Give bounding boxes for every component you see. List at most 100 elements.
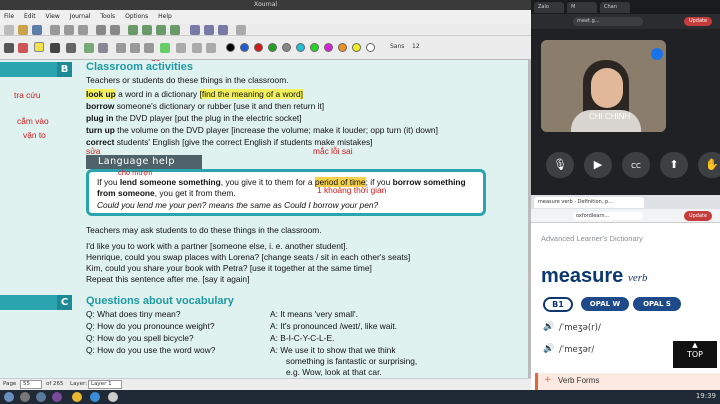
speaker-us-icon[interactable]: 🔊 [543, 344, 554, 354]
color-swatch[interactable] [366, 43, 375, 52]
font-name[interactable]: Sans [390, 43, 404, 50]
color-swatch[interactable] [338, 43, 347, 52]
vertical-space-icon[interactable] [144, 43, 154, 53]
status-bar: Page 55 of 265 Layer: Layer 1 [0, 378, 531, 390]
camera-button[interactable]: ▶ [584, 152, 612, 178]
menu-edit[interactable]: Edit [20, 10, 40, 24]
start-menu-icon[interactable] [4, 392, 14, 402]
zoom-in-icon[interactable] [204, 25, 214, 35]
default-tool-icon[interactable] [176, 43, 186, 53]
zoom-fit-icon[interactable] [218, 25, 228, 35]
open-icon[interactable] [18, 25, 28, 35]
back-to-top-button[interactable]: ▲ TOP [673, 341, 717, 368]
next-page-icon[interactable] [156, 25, 166, 35]
medium-icon[interactable] [206, 43, 216, 53]
opal-w-tag[interactable]: OPAL W [581, 297, 629, 311]
captions-button[interactable]: CC [622, 152, 650, 178]
menu-file[interactable]: File [0, 10, 18, 24]
save-icon[interactable] [32, 25, 42, 35]
image-tool-icon[interactable] [66, 43, 76, 53]
undo-icon[interactable] [96, 25, 106, 35]
answer-bicycle: A: B-I-C-Y-C-L-E. [270, 333, 335, 343]
tab-meet[interactable]: M [567, 2, 597, 13]
zoom-out-icon[interactable] [190, 25, 200, 35]
font-size[interactable]: 12 [412, 43, 420, 50]
menu-help[interactable]: Help [154, 10, 176, 24]
eraser-icon[interactable] [18, 43, 28, 53]
menu-journal[interactable]: Journal [66, 10, 95, 24]
captions-icon: CC [631, 162, 641, 170]
terminal-icon[interactable] [36, 392, 46, 402]
first-page-icon[interactable] [128, 25, 138, 35]
meet-address-bar: meet.g... Update [531, 14, 720, 29]
color-swatch[interactable] [310, 43, 319, 52]
select-region-icon[interactable] [130, 43, 140, 53]
file-manager-icon[interactable] [20, 392, 30, 402]
tab-zalo[interactable]: Zalo [534, 2, 564, 13]
raise-hand-icon: ✋ [705, 158, 719, 171]
level-badge[interactable]: B1 [543, 297, 573, 312]
highlighter-icon[interactable] [34, 42, 44, 52]
verb-forms-section[interactable]: + Verb Forms [535, 373, 720, 390]
color-swatch[interactable] [282, 43, 291, 52]
color-swatch[interactable] [296, 43, 305, 52]
vocab-item-turn-up: turn up the volume on the DVD player [in… [86, 125, 438, 135]
text-tool-icon[interactable] [50, 43, 60, 53]
menu-view[interactable]: View [42, 10, 64, 24]
last-page-icon[interactable] [170, 25, 180, 35]
part-of-speech: verb [628, 272, 648, 284]
meet-url-field[interactable]: meet.g... [573, 17, 643, 26]
page-total: of 265 [46, 381, 64, 387]
main-toolbar [0, 24, 531, 36]
dictionary-tab-strip: measure verb - Definition, p... [531, 195, 720, 209]
menu-tools[interactable]: Tools [96, 10, 119, 24]
speaker-br-icon[interactable]: 🔊 [543, 322, 554, 332]
drawing-toolbar: Sans 12 [0, 36, 531, 60]
meet-update-button[interactable]: Update [684, 17, 712, 26]
color-swatch[interactable] [268, 43, 277, 52]
dictionary-url-field[interactable]: oxfordlearn... [573, 212, 643, 220]
paste-icon[interactable] [78, 25, 88, 35]
tab-channel[interactable]: Chan [600, 2, 630, 13]
document-canvas[interactable]: B Classroom activities do Teachers or st… [0, 60, 531, 378]
answer-wow-cont-1: something is fantastic or surprising, [286, 356, 418, 366]
handwritten-cam-vao: cắm vào [17, 116, 49, 126]
cut-icon[interactable] [50, 25, 60, 35]
color-swatch[interactable] [226, 43, 235, 52]
new-icon[interactable] [4, 25, 14, 35]
fullscreen-icon[interactable] [236, 25, 246, 35]
color-swatch[interactable] [254, 43, 263, 52]
select-rect-icon[interactable] [116, 43, 126, 53]
taskbar: 19:39 [0, 390, 720, 404]
tab-dictionary[interactable]: measure verb - Definition, p... [534, 197, 644, 208]
participant-name: CHI CHINH [589, 112, 631, 121]
chrome-icon[interactable] [72, 392, 82, 402]
layer-select[interactable]: Layer 1 [88, 380, 122, 389]
color-swatch[interactable] [240, 43, 249, 52]
present-button[interactable]: ⬆ [660, 152, 688, 178]
page-number-input[interactable]: 55 [20, 380, 42, 389]
dictionary-update-button[interactable]: Update [684, 211, 712, 221]
opal-s-tag[interactable]: OPAL S [633, 297, 681, 311]
hand-tool-icon[interactable] [160, 43, 170, 53]
section-c-letter: C [57, 295, 72, 310]
redo-icon[interactable] [110, 25, 120, 35]
raise-hand-button[interactable]: ✋ [698, 152, 720, 178]
menu-options[interactable]: Options [121, 10, 152, 24]
camera-icon: ▶ [593, 158, 603, 171]
prev-page-icon[interactable] [142, 25, 152, 35]
ruler-icon[interactable] [98, 43, 108, 53]
color-swatch[interactable] [324, 43, 333, 52]
color-swatch[interactable] [352, 43, 361, 52]
xournal-taskbar-icon[interactable] [108, 392, 118, 402]
example-share: Kim, could you share your book with Petr… [86, 263, 372, 273]
shape-recognizer-icon[interactable] [84, 43, 94, 53]
thin-icon[interactable] [192, 43, 202, 53]
meet-window: Zalo M Chan meet.g... Update CHI CHINH 🎙… [531, 0, 720, 195]
vocab-item-borrow: borrow someone's dictionary or rubber [u… [86, 101, 325, 111]
app-icon[interactable] [52, 392, 62, 402]
zalo-icon[interactable] [90, 392, 100, 402]
copy-icon[interactable] [64, 25, 74, 35]
pen-icon[interactable] [4, 43, 14, 53]
mic-button[interactable]: 🎙 [546, 152, 574, 178]
